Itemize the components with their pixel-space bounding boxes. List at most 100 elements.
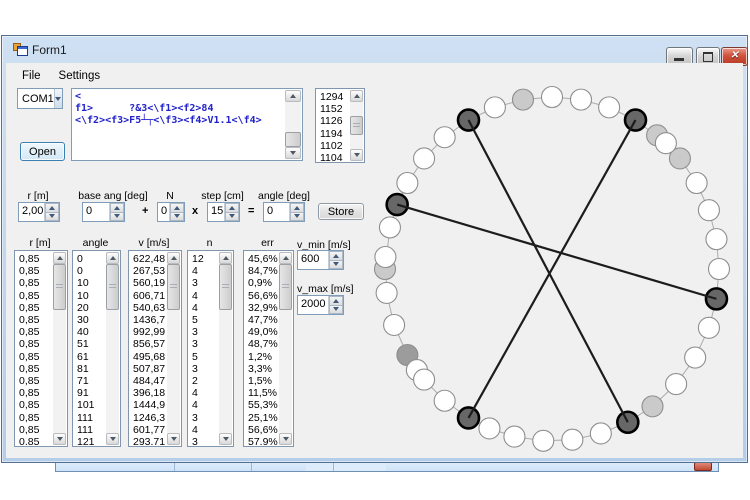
err-row[interactable]: 3,3% (245, 363, 278, 375)
angle-row[interactable]: 0 (74, 265, 105, 277)
spin-down-button[interactable] (110, 213, 124, 222)
err-row[interactable]: 25,1% (245, 412, 278, 424)
scroll-up-button[interactable] (53, 252, 66, 264)
spin-up-button[interactable] (170, 203, 184, 213)
scroll-down-button[interactable] (285, 147, 301, 159)
err-row[interactable]: 56,6% (245, 424, 278, 436)
spin-up-button[interactable] (45, 203, 59, 213)
err-row[interactable]: 47,7% (245, 314, 278, 326)
r-row[interactable]: 0,85 (16, 265, 52, 277)
v-row[interactable]: 1436,7 (130, 314, 166, 326)
listbox-scrollbar[interactable] (53, 252, 66, 445)
background-window-close-button[interactable] (694, 462, 712, 471)
v-row[interactable]: 560,19 (130, 277, 166, 289)
n-value[interactable]: 0 (158, 203, 169, 221)
counts-scrollbar[interactable] (350, 90, 363, 161)
err-listbox[interactable]: 45,6%84,7%0,9%56,6%32,9%47,7%49,0%48,7%1… (243, 250, 294, 447)
r-row[interactable]: 0,85 (16, 424, 52, 436)
scrollbar-thumb[interactable] (167, 264, 180, 310)
v-row[interactable]: 396,18 (130, 387, 166, 399)
r-row[interactable]: 0,85 (16, 326, 52, 338)
n-row[interactable]: 4 (189, 387, 218, 399)
n-row[interactable]: 4 (189, 399, 218, 411)
vmin-value[interactable]: 600 (298, 251, 328, 269)
n-row[interactable]: 3 (189, 412, 218, 424)
n-row[interactable]: 4 (189, 424, 218, 436)
angle-row[interactable]: 111 (74, 424, 105, 436)
n-row[interactable]: 12 (189, 253, 218, 265)
listbox-scrollbar[interactable] (219, 252, 232, 445)
base-ang-value[interactable]: 0 (83, 203, 109, 221)
r-row[interactable]: 0,85 (16, 375, 52, 387)
combo-dropdown-button[interactable] (54, 89, 62, 108)
angle-row[interactable]: 61 (74, 351, 105, 363)
scroll-down-button[interactable] (350, 149, 363, 161)
r-listbox[interactable]: 0,850,850,850,850,850,850,850,850,850,85… (14, 250, 68, 447)
listbox-scrollbar[interactable] (279, 252, 292, 445)
angle-listbox[interactable]: 0010102030405161817191101111111121 (72, 250, 121, 447)
counts-row[interactable]: 1152 (317, 103, 349, 115)
spin-down-button[interactable] (225, 213, 239, 222)
scroll-up-button[interactable] (279, 252, 292, 264)
n-listbox[interactable]: 12434453353244343 (187, 250, 234, 447)
menu-settings[interactable]: Settings (50, 66, 110, 86)
spin-up-button[interactable] (225, 203, 239, 213)
spin-up-button[interactable] (329, 251, 343, 261)
scrollbar-thumb[interactable] (219, 264, 232, 310)
err-row[interactable]: 1,5% (245, 375, 278, 387)
r-row[interactable]: 0,85 (16, 351, 52, 363)
counts-row[interactable]: 1104 (317, 152, 349, 161)
v-row[interactable]: 606,71 (130, 290, 166, 302)
r-row[interactable]: 0,85 (16, 338, 52, 350)
scroll-down-button[interactable] (167, 433, 180, 445)
angle-row[interactable]: 30 (74, 314, 105, 326)
counts-listbox[interactable]: 129411521126119411021104 (315, 88, 365, 163)
r-value[interactable]: 2,00 (19, 203, 44, 221)
angle-row[interactable]: 81 (74, 363, 105, 375)
scroll-up-button[interactable] (167, 252, 180, 264)
step-input[interactable]: 15 (207, 202, 240, 222)
n-row[interactable]: 3 (189, 436, 218, 445)
spin-up-button[interactable] (110, 203, 124, 213)
angle-value[interactable]: 0 (264, 203, 289, 221)
spin-down-button[interactable] (329, 306, 343, 315)
err-row[interactable]: 84,7% (245, 265, 278, 277)
angle-row[interactable]: 71 (74, 375, 105, 387)
v-row[interactable]: 1444,9 (130, 399, 166, 411)
menu-file[interactable]: File (13, 66, 50, 86)
serial-log-scrollbar[interactable] (285, 90, 301, 159)
n-row[interactable]: 3 (189, 277, 218, 289)
r-input[interactable]: 2,00 (18, 202, 60, 222)
com-port-select[interactable]: COM1 (17, 88, 63, 109)
serial-log-textbox[interactable]: <f1> ?&3<\f1><f2>84<\f2><f3>F5┴┬<\f3><f4… (71, 88, 303, 161)
err-row[interactable]: 11,5% (245, 387, 278, 399)
listbox-scrollbar[interactable] (167, 252, 180, 445)
v-row[interactable]: 540,63 (130, 302, 166, 314)
angle-row[interactable]: 20 (74, 302, 105, 314)
spin-down-button[interactable] (45, 213, 59, 222)
err-row[interactable]: 49,0% (245, 326, 278, 338)
n-row[interactable]: 2 (189, 375, 218, 387)
scroll-down-button[interactable] (279, 433, 292, 445)
v-row[interactable]: 622,48 (130, 253, 166, 265)
v-row[interactable]: 507,87 (130, 363, 166, 375)
base-ang-input[interactable]: 0 (82, 202, 125, 222)
angle-row[interactable]: 40 (74, 326, 105, 338)
n-row[interactable]: 4 (189, 290, 218, 302)
scroll-up-button[interactable] (285, 90, 301, 102)
scroll-down-button[interactable] (219, 433, 232, 445)
scroll-up-button[interactable] (106, 252, 119, 264)
v-row[interactable]: 992,99 (130, 326, 166, 338)
n-row[interactable]: 4 (189, 265, 218, 277)
err-row[interactable]: 48,7% (245, 338, 278, 350)
r-row[interactable]: 0,85 (16, 399, 52, 411)
v-row[interactable]: 293,71 (130, 436, 166, 445)
vmin-input[interactable]: 600 (297, 250, 344, 270)
v-row[interactable]: 601,77 (130, 424, 166, 436)
scrollbar-thumb[interactable] (53, 264, 66, 310)
scroll-down-button[interactable] (53, 433, 66, 445)
v-listbox[interactable]: 622,48267,53560,19606,71540,631436,7992,… (128, 250, 182, 447)
scroll-down-button[interactable] (106, 433, 119, 445)
vmax-value[interactable]: 2000 (298, 296, 328, 314)
v-row[interactable]: 495,68 (130, 351, 166, 363)
